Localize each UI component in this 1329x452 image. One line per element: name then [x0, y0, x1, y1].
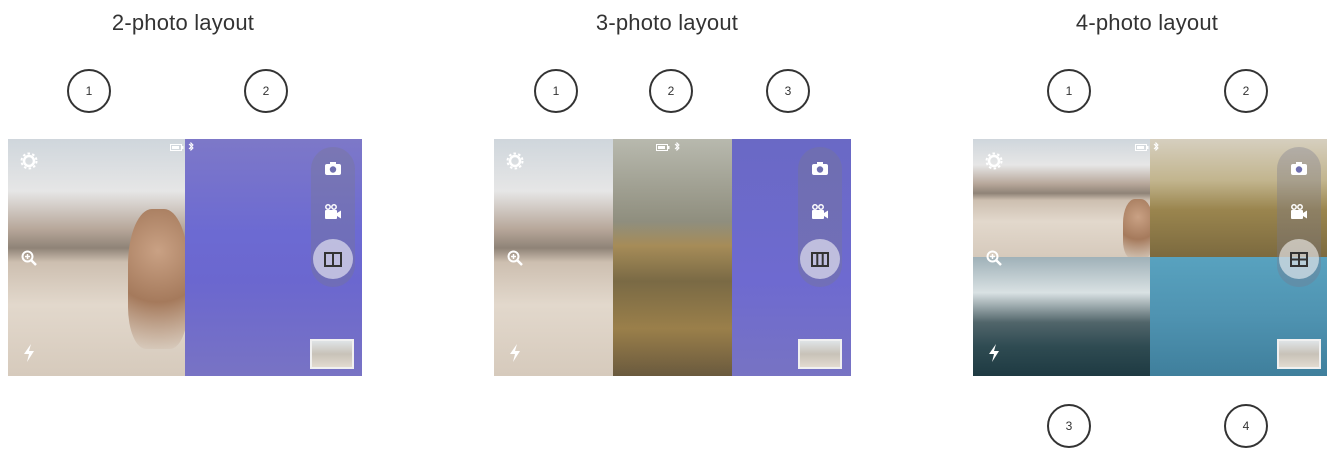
settings-button[interactable] — [985, 152, 1003, 170]
gear-icon — [506, 152, 524, 170]
status-bar — [656, 141, 680, 153]
battery-icon — [1135, 144, 1149, 151]
camera-icon — [1291, 161, 1307, 175]
zoom-icon — [986, 250, 1002, 266]
gallery-thumbnail[interactable] — [798, 339, 842, 369]
gear-icon — [20, 152, 38, 170]
flash-button[interactable] — [985, 344, 1003, 362]
bluetooth-icon — [674, 141, 680, 152]
photo-mode-button[interactable] — [324, 159, 342, 177]
camera-icon — [325, 161, 341, 175]
marker-3-photo-1: 1 — [534, 69, 578, 113]
battery-icon — [170, 144, 184, 151]
photo-pane-2 — [613, 139, 732, 376]
layout-title-2: 2-photo layout — [111, 10, 255, 35]
video-mode-button[interactable] — [324, 203, 342, 221]
zoom-button[interactable] — [985, 249, 1003, 267]
photo-subject — [1123, 199, 1153, 259]
marker-4-photo-2: 2 — [1224, 69, 1268, 113]
status-bar — [170, 141, 194, 153]
zoom-icon — [507, 250, 523, 266]
zoom-icon — [21, 250, 37, 266]
split-layout-button[interactable] — [800, 239, 840, 279]
marker-4-photo-3: 3 — [1047, 404, 1091, 448]
bluetooth-icon — [188, 141, 194, 152]
battery-icon — [656, 144, 670, 151]
marker-2-photo-2: 2 — [244, 69, 288, 113]
video-icon — [325, 204, 341, 219]
flash-button[interactable] — [506, 344, 524, 362]
marker-2-photo-1: 1 — [67, 69, 111, 113]
marker-4-photo-1: 1 — [1047, 69, 1091, 113]
settings-button[interactable] — [20, 152, 38, 170]
photo-subject — [128, 209, 188, 349]
grid-icon — [1290, 251, 1308, 267]
three-column-icon — [811, 251, 829, 267]
camera-icon — [812, 161, 828, 175]
video-mode-button[interactable] — [811, 203, 829, 221]
screen-4-photo — [973, 139, 1327, 376]
flash-icon — [989, 344, 999, 362]
marker-4-photo-4: 4 — [1224, 404, 1268, 448]
bluetooth-icon — [1153, 141, 1159, 152]
two-column-icon — [324, 251, 342, 267]
video-mode-button[interactable] — [1290, 203, 1308, 221]
status-bar — [1135, 141, 1159, 153]
layout-title-4: 4-photo layout — [1075, 10, 1219, 35]
zoom-button[interactable] — [20, 249, 38, 267]
gear-icon — [985, 152, 1003, 170]
video-icon — [812, 204, 828, 219]
split-layout-button[interactable] — [1279, 239, 1319, 279]
gallery-thumbnail[interactable] — [310, 339, 354, 369]
settings-button[interactable] — [506, 152, 524, 170]
flash-icon — [24, 344, 34, 362]
screen-2-photo — [8, 139, 362, 376]
photo-mode-button[interactable] — [1290, 159, 1308, 177]
marker-3-photo-2: 2 — [649, 69, 693, 113]
layout-title-3: 3-photo layout — [595, 10, 739, 35]
zoom-button[interactable] — [506, 249, 524, 267]
gallery-thumbnail[interactable] — [1277, 339, 1321, 369]
split-layout-button[interactable] — [313, 239, 353, 279]
video-icon — [1291, 204, 1307, 219]
screen-3-photo — [494, 139, 851, 376]
flash-icon — [510, 344, 520, 362]
marker-3-photo-3: 3 — [766, 69, 810, 113]
flash-button[interactable] — [20, 344, 38, 362]
photo-mode-button[interactable] — [811, 159, 829, 177]
